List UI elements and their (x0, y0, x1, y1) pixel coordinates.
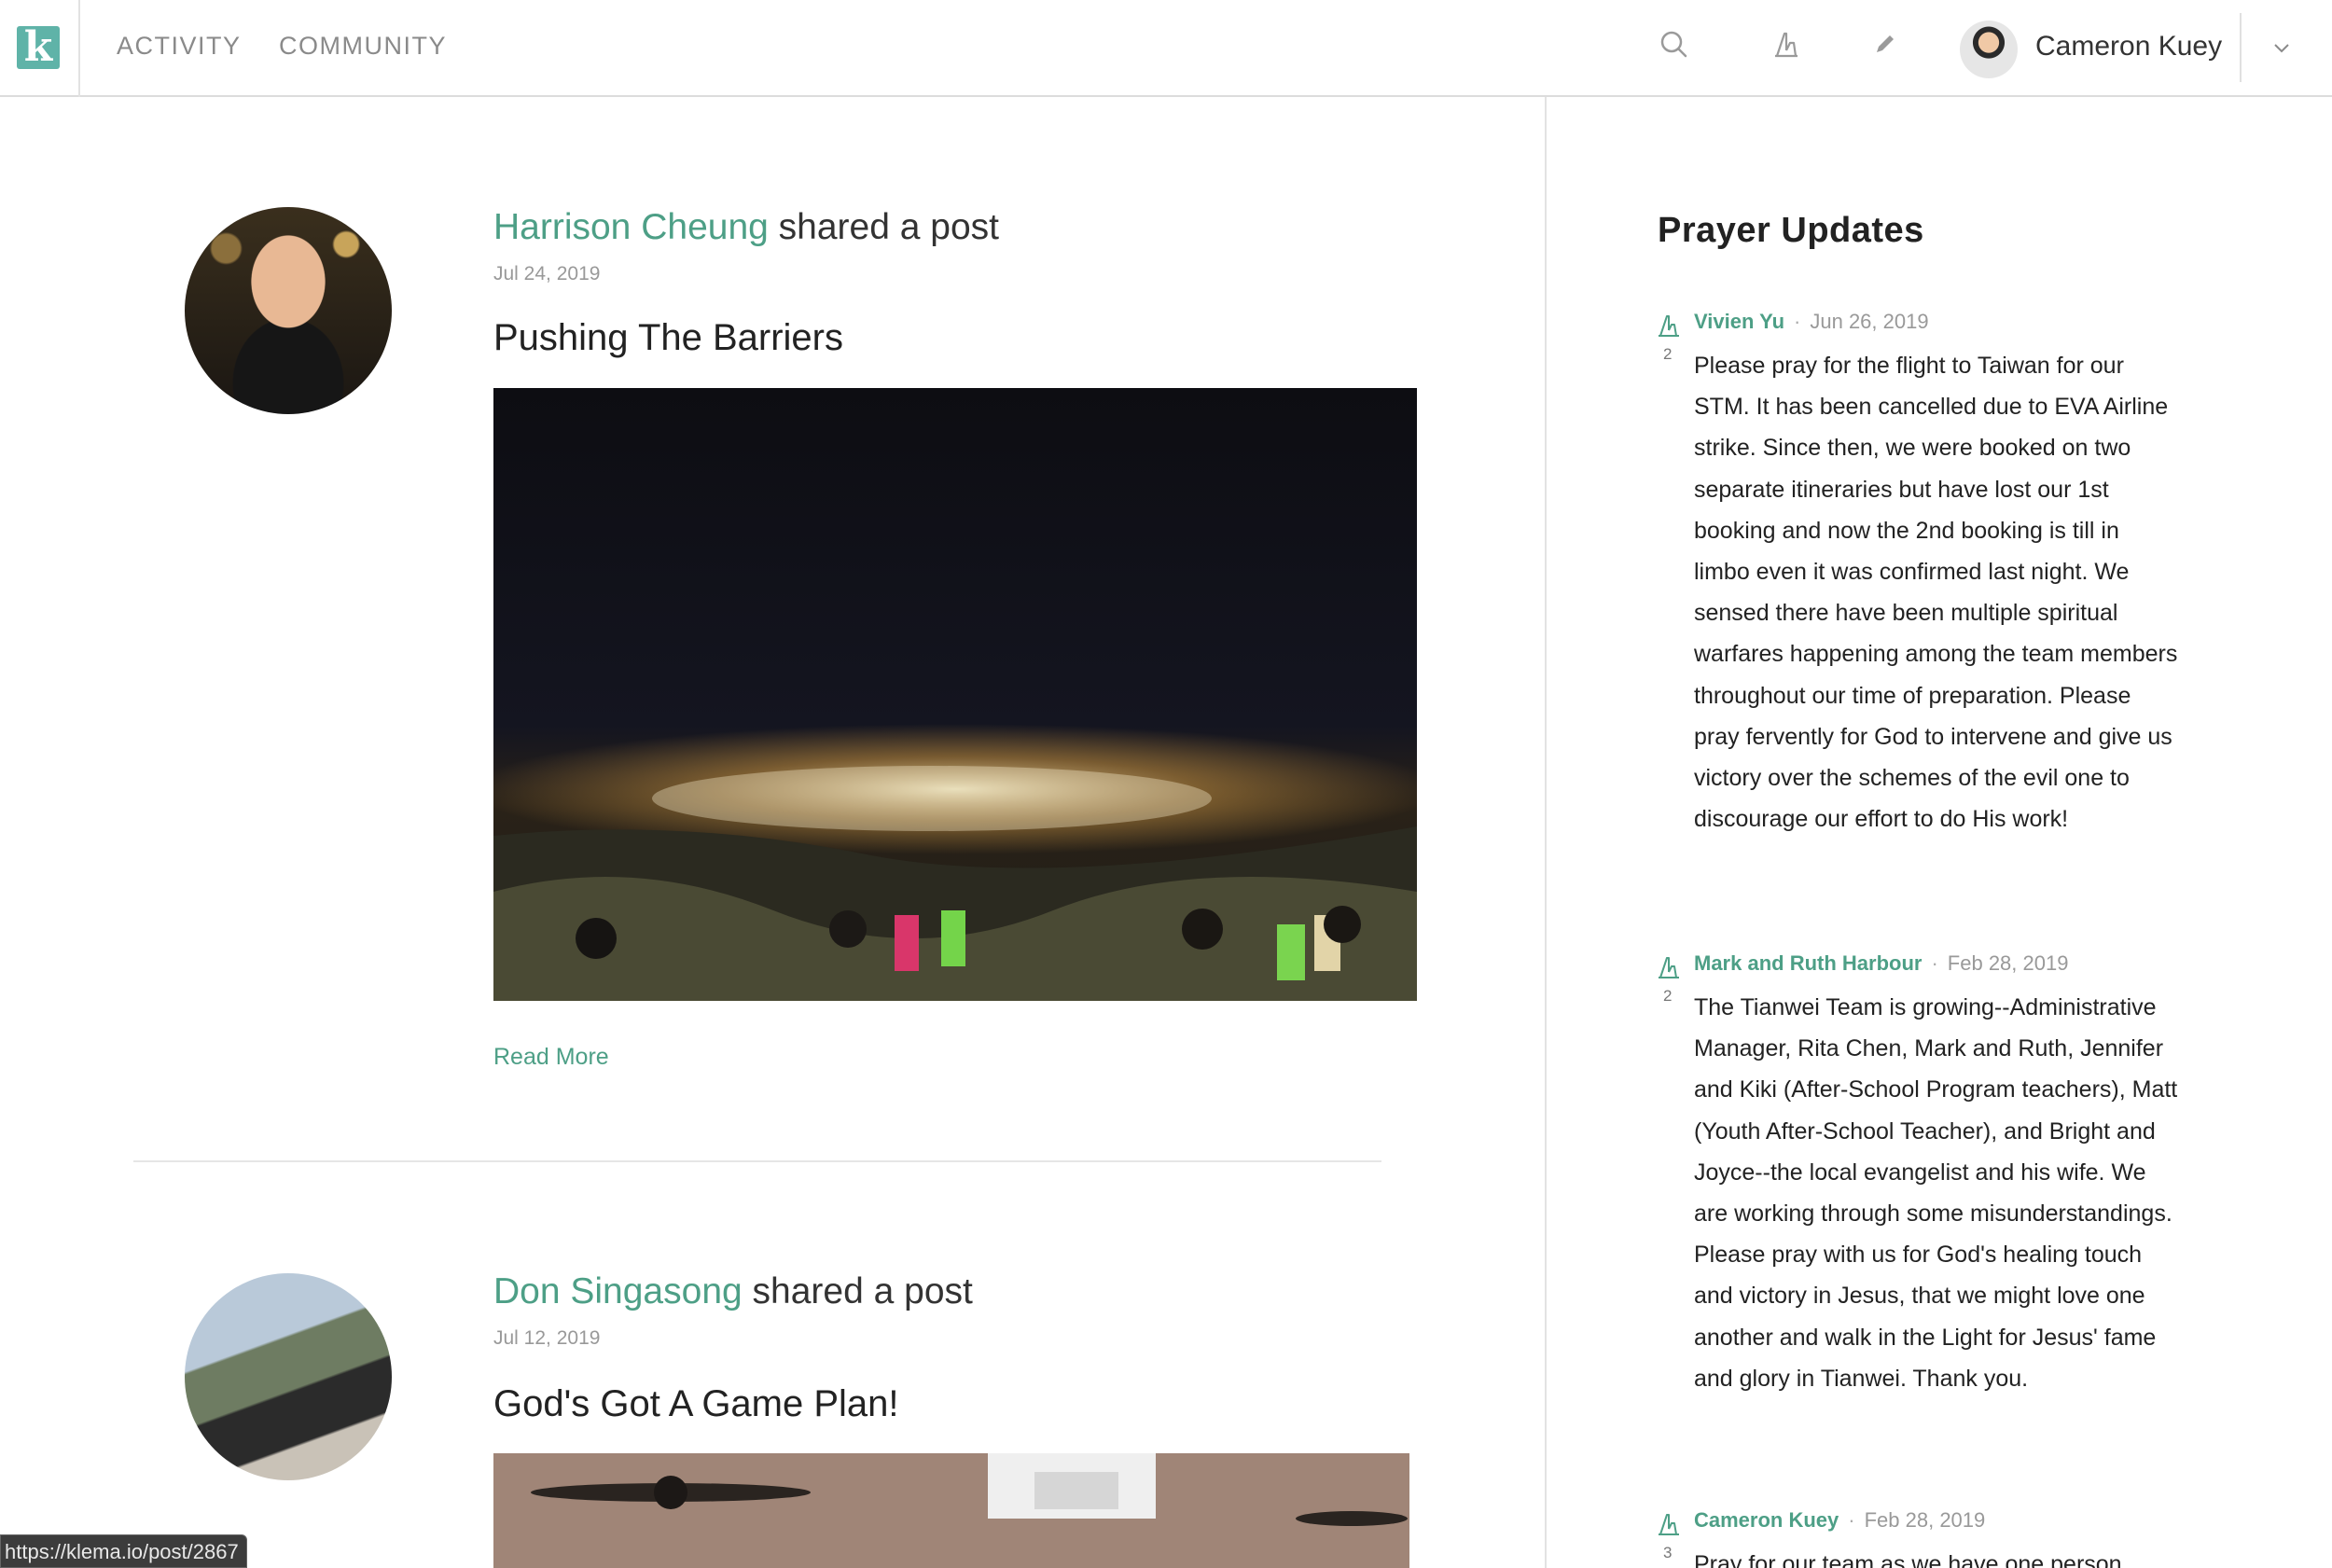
search-icon[interactable] (1654, 24, 1695, 65)
logo-cell: k (0, 0, 80, 97)
post-author-avatar[interactable] (185, 1273, 392, 1480)
nav-community-link[interactable]: COMMUNITY (279, 32, 447, 61)
feed-post: Don Singasong shared a post Jul 12, 2019… (0, 1161, 1545, 1568)
read-more-link[interactable]: Read More (493, 1044, 609, 1071)
chevron-down-icon[interactable] (2271, 37, 2292, 58)
post-action-text: shared a post (752, 1271, 973, 1311)
user-menu-divider (2240, 13, 2242, 82)
pray-count: 2 (1663, 987, 1673, 1005)
post-image-ceiling-fan[interactable] (493, 1453, 1409, 1568)
post-author-link[interactable]: Don Singasong (493, 1271, 743, 1311)
update-text: The Tianwei Team is growing--Administrat… (1694, 994, 2178, 1392)
update-text: Pray for our team as we have one person (1694, 1551, 2122, 1568)
update-header: Cameron Kuey · Feb 28, 2019 (1694, 1508, 1985, 1533)
post-action-text: shared a post (778, 207, 999, 247)
post-title[interactable]: Pushing The Barriers (493, 317, 843, 359)
update-date: Jun 26, 2019 (1810, 310, 1929, 333)
pray-icon[interactable] (1656, 1509, 1684, 1539)
separator-dot: · (1848, 1508, 1855, 1532)
update-author-link[interactable]: Mark and Ruth Harbour (1694, 951, 1922, 975)
update-header: Vivien Yu · Jun 26, 2019 (1694, 310, 1929, 334)
user-avatar[interactable] (1960, 21, 2018, 78)
prayer-updates-title: Prayer Updates (1658, 211, 1924, 250)
pray-icon[interactable] (1656, 311, 1684, 340)
update-header: Mark and Ruth Harbour · Feb 28, 2019 (1694, 951, 2068, 976)
status-bar-url: https://klema.io/post/2867 (0, 1534, 247, 1568)
post-author-line: Don Singasong shared a post (493, 1271, 973, 1312)
update-date: Feb 28, 2019 (1864, 1508, 1986, 1532)
pray-count: 2 (1663, 345, 1673, 363)
post-date: Jul 24, 2019 (493, 263, 601, 284)
post-author-avatar[interactable] (185, 207, 392, 414)
klema-logo[interactable]: k (17, 26, 60, 69)
update-text: Please pray for the flight to Taiwan for… (1694, 353, 2178, 833)
post-date: Jul 12, 2019 (493, 1327, 601, 1349)
separator-dot: · (1931, 951, 1938, 975)
update-author-link[interactable]: Vivien Yu (1694, 310, 1784, 333)
post-author-link[interactable]: Harrison Cheung (493, 207, 769, 247)
pray-icon[interactable] (1656, 952, 1684, 982)
post-image-city-night[interactable] (493, 388, 1417, 1001)
pencil-icon[interactable] (1864, 24, 1905, 65)
column-divider (1545, 97, 1547, 1568)
update-date: Feb 28, 2019 (1947, 951, 2069, 975)
nav-activity-link[interactable]: ACTIVITY (117, 32, 242, 61)
update-author-link[interactable]: Cameron Kuey (1694, 1508, 1839, 1532)
post-author-line: Harrison Cheung shared a post (493, 207, 999, 248)
top-navigation-bar: k ACTIVITY COMMUNITY Cameron Kuey (0, 0, 2332, 97)
post-title[interactable]: God's Got A Game Plan! (493, 1383, 899, 1425)
user-name[interactable]: Cameron Kuey (2035, 31, 2222, 62)
pray-count: 3 (1663, 1544, 1673, 1561)
feed-post: Harrison Cheung shared a post Jul 24, 20… (0, 97, 1545, 1162)
pray-icon[interactable] (1766, 24, 1807, 65)
separator-dot: · (1794, 310, 1801, 333)
